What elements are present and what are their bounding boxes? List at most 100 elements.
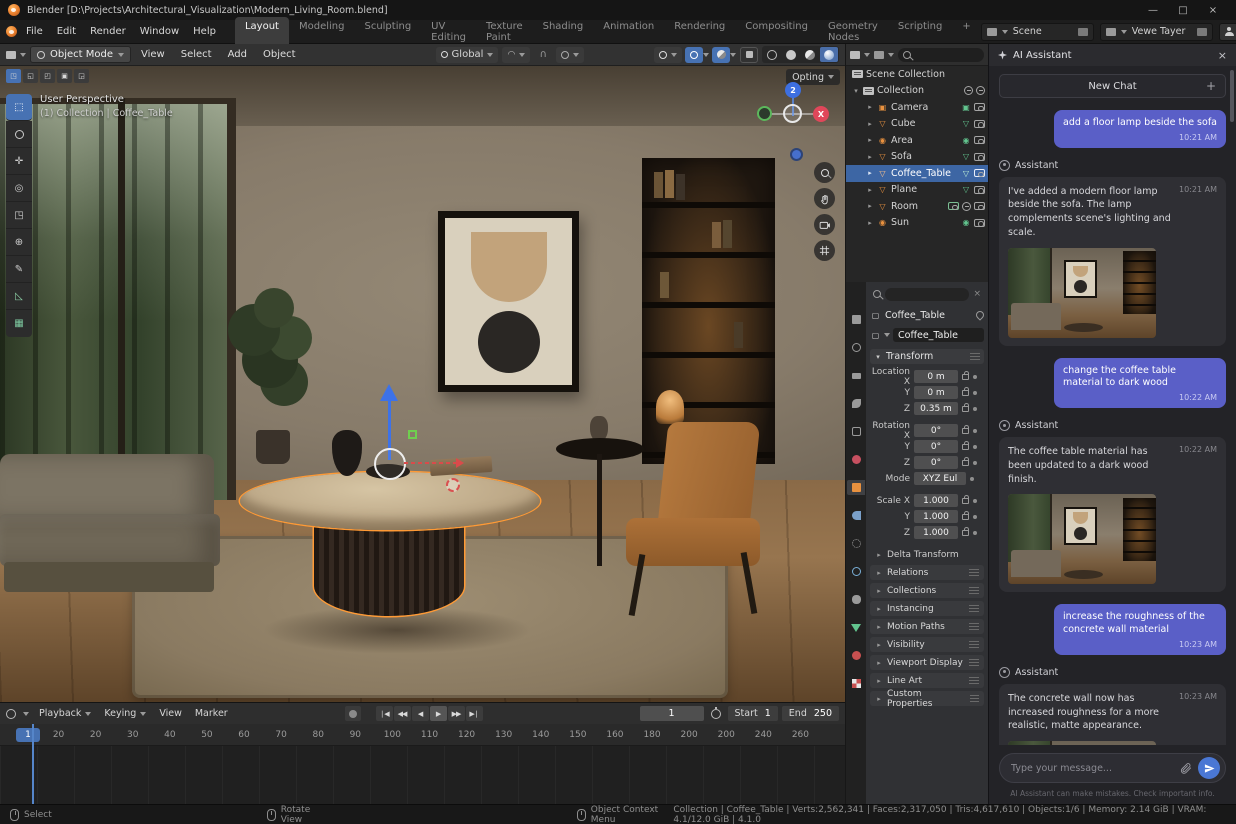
animate-dot-icon[interactable] (973, 499, 977, 503)
quick-toggle-3[interactable]: ◰ (40, 69, 55, 83)
gizmo-z-axis-arrow[interactable] (380, 384, 398, 401)
ortho-grid-button[interactable] (814, 240, 835, 261)
timeline-ruler[interactable]: 1 20203040506070809010011012013014015016… (0, 724, 845, 746)
gizmo-plane-handle[interactable] (408, 430, 417, 439)
tab-particles[interactable] (847, 536, 865, 551)
lock-icon[interactable] (962, 428, 969, 434)
animate-dot-icon[interactable] (973, 375, 977, 379)
render-visibility-icon[interactable] (974, 136, 985, 144)
play-button[interactable]: ▶ (430, 706, 447, 721)
tool-measure[interactable]: ◺ (6, 283, 32, 310)
view-layer-selector[interactable]: Vewe Tayer (1100, 23, 1213, 41)
rotation-x-field[interactable]: 0° (914, 424, 958, 437)
lock-icon[interactable] (962, 390, 969, 396)
axis-y-ball[interactable] (757, 106, 772, 121)
tab-modifiers[interactable] (847, 508, 865, 523)
timeline-track[interactable] (0, 746, 845, 804)
coffee-table-top[interactable] (240, 472, 540, 530)
render-visibility-icon[interactable] (974, 153, 985, 161)
section-visibility[interactable]: ▸Visibility (870, 637, 984, 652)
lock-icon[interactable] (962, 498, 969, 504)
tab-layout[interactable]: Layout (235, 17, 289, 47)
tab-output[interactable] (847, 368, 865, 383)
tab-view-layer[interactable] (847, 396, 865, 411)
auto-key-record-button[interactable] (345, 706, 361, 721)
gizmo-x-axis-arrow[interactable] (456, 458, 464, 468)
minimize-button[interactable]: — (1138, 1, 1168, 19)
rotation-mode-dropdown[interactable]: XYZ Eul (914, 472, 966, 485)
prev-keyframe-button[interactable]: ◀◀ (394, 706, 411, 721)
animate-dot-icon[interactable] (973, 531, 977, 535)
stopwatch-icon[interactable] (711, 709, 721, 719)
axis-z-ball[interactable]: 2 (785, 82, 801, 98)
exclude-icon[interactable] (962, 202, 971, 211)
current-frame-badge[interactable]: 1 (16, 728, 40, 742)
tab-sculpting[interactable]: Sculpting (354, 17, 421, 47)
close-icon[interactable]: × (973, 289, 981, 299)
menu-view[interactable]: View (135, 47, 171, 62)
holdout-icon[interactable] (976, 86, 985, 95)
section-delta-transform[interactable]: ▸Delta Transform (870, 547, 984, 562)
outliner-row-coffee-table[interactable]: ▸▽ Coffee_Table ▽ (846, 165, 988, 182)
render-visibility-icon[interactable] (974, 186, 985, 194)
quick-toggle-2[interactable]: ◱ (23, 69, 38, 83)
camera-view-button[interactable] (814, 214, 835, 235)
location-z-field[interactable]: 0.35 m (914, 402, 958, 415)
end-frame-field[interactable]: End250 (782, 706, 839, 721)
tab-geometry-nodes[interactable]: Geometry Nodes (818, 17, 888, 47)
outliner-row-area[interactable]: ▸◉ Area ◉ (846, 132, 988, 149)
tab-compositing[interactable]: Compositing (735, 17, 818, 47)
tool-rotate[interactable]: ◎ (6, 175, 32, 202)
disclosure-triangle-icon[interactable]: ▾ (852, 87, 860, 95)
transform-panel-header[interactable]: ▾Transform (870, 349, 984, 364)
tab-object-data[interactable] (847, 620, 865, 635)
scene-selector[interactable]: Scene (981, 23, 1094, 41)
menu-view[interactable]: View (156, 706, 185, 721)
tab-object[interactable] (847, 480, 865, 495)
timeline-playhead[interactable] (32, 724, 34, 805)
gizmo-center-ring[interactable] (783, 104, 802, 123)
snap-magnet-toggle[interactable]: ∩ (534, 47, 552, 63)
blender-menu-icon[interactable] (6, 26, 17, 37)
panel-grip-icon[interactable] (970, 353, 980, 360)
add-workspace-button[interactable]: + (952, 17, 980, 47)
lock-icon[interactable] (962, 530, 969, 536)
render-visibility-icon[interactable] (974, 202, 985, 210)
menu-file[interactable]: File (19, 23, 50, 40)
tool-add-cube[interactable]: ▦ (6, 310, 32, 337)
exclude-icon[interactable] (964, 86, 973, 95)
zoom-button[interactable] (814, 162, 835, 183)
play-reverse-button[interactable]: ◀ (412, 706, 429, 721)
tool-transform[interactable]: ⊕ (6, 229, 32, 256)
animate-dot-icon[interactable] (973, 461, 977, 465)
animate-dot-icon[interactable] (973, 429, 977, 433)
menu-render[interactable]: Render (83, 23, 133, 40)
scale-y-field[interactable]: 1.000 (914, 510, 958, 523)
transform-orientation-dropdown[interactable]: Global (436, 47, 499, 63)
outliner-row-plane[interactable]: ▸▽ Plane ▽ (846, 182, 988, 199)
user-account-button[interactable]: Noor (1219, 23, 1236, 41)
quick-toggle-5[interactable]: ◲ (74, 69, 89, 83)
tab-tool[interactable] (847, 312, 865, 327)
menu-add[interactable]: Add (222, 47, 253, 62)
shading-rendered-button[interactable] (820, 47, 838, 62)
chat-scroll-area[interactable]: New Chat + add a floor lamp beside the s… (989, 66, 1236, 745)
tab-shading[interactable]: Shading (533, 17, 594, 47)
lock-icon[interactable] (962, 514, 969, 520)
pin-icon[interactable] (974, 309, 985, 320)
navigation-gizmo[interactable]: 2 X (757, 82, 829, 148)
render-visibility-icon[interactable] (974, 219, 985, 227)
tab-scripting[interactable]: Scripting (888, 17, 952, 47)
outliner-row-sofa[interactable]: ▸▽ Sofa ▽ (846, 149, 988, 166)
animate-dot-icon[interactable] (973, 407, 977, 411)
section-motion-paths[interactable]: ▸Motion Paths (870, 619, 984, 634)
close-button[interactable]: × (1198, 1, 1228, 19)
outliner-row-camera[interactable]: ▸▣ Camera ▣ (846, 99, 988, 116)
quick-toggle-1[interactable]: ◳ (6, 69, 21, 83)
3d-viewport[interactable]: ◳ ◱ ◰ ▣ ◲ User Perspective (1) Collectio… (0, 66, 845, 702)
menu-object[interactable]: Object (257, 47, 302, 62)
new-scene-icon[interactable] (1078, 28, 1088, 36)
proportional-edit-dropdown[interactable] (556, 47, 584, 63)
section-custom-properties[interactable]: ▸Custom Properties (870, 691, 984, 706)
quick-toggle-4[interactable]: ▣ (57, 69, 72, 83)
